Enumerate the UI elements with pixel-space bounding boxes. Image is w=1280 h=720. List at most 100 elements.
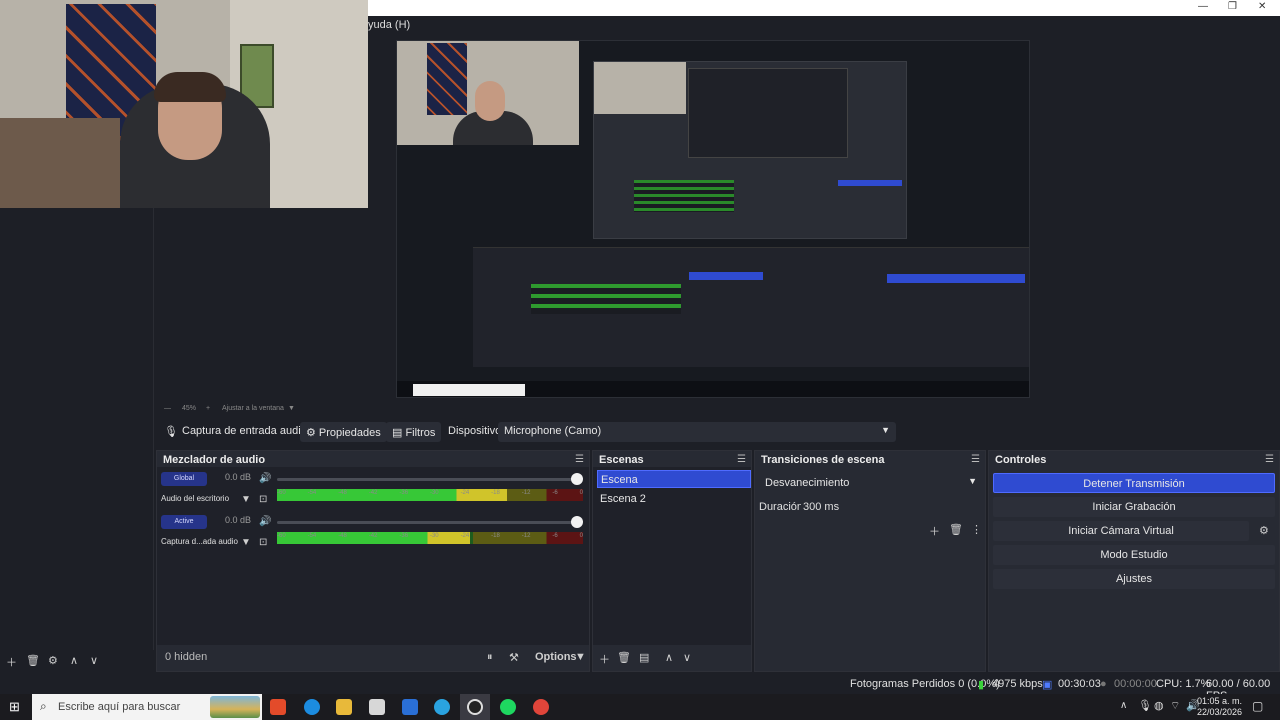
telegram-icon[interactable] <box>434 699 450 715</box>
start-recording-button[interactable]: Iniciar Grabación <box>993 497 1275 517</box>
zoom-out-icon[interactable]: — <box>164 405 171 412</box>
tick-label: -30 <box>429 490 439 496</box>
properties-button[interactable]: ⚙ Propiedades <box>300 422 387 442</box>
add-icon[interactable]: ＋ <box>929 523 940 539</box>
start-virtual-camera-button[interactable]: Iniciar Cámara Virtual <box>993 521 1249 541</box>
clock-time: 01:05 a. m. <box>1196 696 1242 706</box>
tick-label: -48 <box>338 490 347 496</box>
trash-icon[interactable]: 🗑 <box>617 651 631 664</box>
scene-item[interactable]: Escena 2 <box>597 490 751 508</box>
channel-name: Captura d...ada audio <box>161 537 238 546</box>
menu-help[interactable]: yuda (H) <box>368 19 410 31</box>
more-icon[interactable]: ⋮ <box>971 523 982 536</box>
microphone-icon[interactable]: 🎙 <box>1138 699 1152 712</box>
channel-pill: Global <box>161 472 207 486</box>
volume-knob[interactable] <box>571 516 583 528</box>
network-icon[interactable]: ◍ <box>1154 699 1164 712</box>
options-button[interactable]: Options <box>535 651 577 663</box>
chevron-down-icon[interactable]: ∨ <box>683 651 691 664</box>
dock-menu-icon[interactable]: ☰ <box>1265 454 1274 465</box>
mail-icon[interactable] <box>402 699 418 715</box>
source-toolbar: 🎙 Captura de entrada audio ⚙ Propiedades… <box>154 420 1280 444</box>
tick-label: -24 <box>460 533 470 539</box>
filters-button[interactable]: ▤ Filtros <box>386 422 442 442</box>
source-name: Captura de entrada audio <box>182 425 307 437</box>
tick-label: -48 <box>338 533 347 539</box>
status-bar: Fotogramas Perdidos 0 (0.0%) ▮ 4975 kbps… <box>0 674 1280 702</box>
controls-body: Detener Transmisión Iniciar Grabación In… <box>989 467 1279 671</box>
notification-icon[interactable]: ▢ <box>1252 699 1263 713</box>
tick-label: -36 <box>399 490 409 496</box>
obs-taskbar-slot[interactable] <box>460 694 490 720</box>
controls-dock: Controles ☰ Detener Transmisión Iniciar … <box>988 450 1280 672</box>
spotify-icon[interactable] <box>500 699 516 715</box>
edge-icon[interactable] <box>304 699 320 715</box>
chrome-icon[interactable] <box>533 699 549 715</box>
wifi-icon[interactable]: ⌔ <box>1170 699 1180 713</box>
meter-ticks: -60 -54 -48 -42 -36 -30 -24 -18 -12 -6 0 <box>277 533 583 539</box>
transition-value: Desvanecimiento <box>765 477 850 489</box>
transitions-body: Desvanecimiento ▼ Duración 300 ms ＋ 🗑 ⋮ <box>755 467 985 671</box>
volume-slider[interactable] <box>277 478 581 481</box>
maximize-icon[interactable]: ❐ <box>1228 1 1237 12</box>
scenes-title: Escenas <box>599 454 644 466</box>
chevron-up-icon[interactable]: ∧ <box>665 651 673 664</box>
filter-icon[interactable]: ▤ <box>639 651 649 664</box>
transition-select[interactable]: Desvanecimiento ▼ <box>759 473 983 493</box>
lock-icon[interactable]: ⊡ <box>259 537 267 548</box>
volume-slider[interactable] <box>277 521 581 524</box>
app-icon[interactable] <box>270 699 286 715</box>
store-icon[interactable] <box>369 699 385 715</box>
dock-menu-icon[interactable]: ☰ <box>737 454 746 465</box>
dock-menu-icon[interactable]: ☰ <box>575 454 584 465</box>
lock-icon[interactable]: ⊡ <box>259 494 267 505</box>
folder-icon[interactable] <box>336 699 352 715</box>
tick-label: -60 <box>277 533 286 539</box>
taskbar-clock[interactable]: 01:05 a. m. 22/03/2026 <box>1197 696 1242 718</box>
close-icon[interactable]: ✕ <box>1258 1 1266 12</box>
trash-icon[interactable]: 🗑 <box>949 523 963 536</box>
taskbar-search[interactable]: ⌕ Escribe aquí para buscar <box>32 694 262 720</box>
program-preview[interactable] <box>396 40 1030 398</box>
chevron-down-icon[interactable]: ∨ <box>90 654 98 667</box>
chevron-down-icon[interactable]: ▼ <box>241 494 251 505</box>
chevron-up-icon[interactable]: ∧ <box>70 654 78 667</box>
controls-title: Controles <box>995 454 1047 466</box>
trash-icon[interactable]: 🗑 <box>26 654 40 667</box>
settings-button[interactable]: Ajustes <box>993 569 1275 589</box>
sources-footer: 0 hidden ⏸ ⚒ Options ▼ <box>157 645 589 671</box>
tick-label: -6 <box>552 533 558 539</box>
studio-mode-button[interactable]: Modo Estudio <box>993 545 1275 565</box>
stop-stream-button[interactable]: Detener Transmisión <box>993 473 1275 493</box>
duration-input[interactable]: 300 ms <box>801 497 979 517</box>
chevron-down-icon[interactable]: ▼ <box>241 537 251 548</box>
wrench-icon[interactable]: ⚒ <box>509 651 519 664</box>
gear-icon[interactable]: ⚙ <box>1259 524 1269 537</box>
zoom-in-icon[interactable]: + <box>206 405 210 412</box>
bitrate: 4975 kbps <box>992 678 1043 690</box>
device-select[interactable]: Microphone (Camo) ▼ <box>498 422 896 442</box>
taskbar: ⊞ ⌕ Escribe aquí para buscar ∧ 🎙 ◍ ⌔ 🔊 0… <box>0 694 1280 720</box>
sources-panel <box>0 208 154 650</box>
chevron-down-icon[interactable]: ▼ <box>288 405 295 412</box>
tick-label: -12 <box>521 533 531 539</box>
minimize-icon[interactable]: — <box>1198 1 1208 12</box>
zoom-fit-label[interactable]: Ajustar a la ventana <box>222 405 284 412</box>
speaker-icon[interactable]: 🔊 <box>259 473 271 484</box>
dock-menu-icon[interactable]: ☰ <box>971 454 980 465</box>
speaker-icon[interactable]: 🔊 <box>259 516 271 527</box>
tick-label: -42 <box>368 533 378 539</box>
audio-mixer-dock: Mezclador de audio ☰ Global 0.0 dB 🔊 Aud… <box>156 450 590 672</box>
windows-start-icon[interactable]: ⊞ <box>9 699 20 715</box>
scenes-list: Escena Escena 2 <box>593 467 751 645</box>
chevron-down-icon[interactable]: ▼ <box>575 651 586 663</box>
scene-item[interactable]: Escena <box>597 470 751 488</box>
gear-icon[interactable]: ⚙ <box>48 654 58 667</box>
chevron-up-icon[interactable]: ∧ <box>1120 700 1127 711</box>
stream-icon: ▣ <box>1042 679 1053 691</box>
lock-icon[interactable]: ⏸ <box>487 651 493 664</box>
add-icon[interactable]: ＋ <box>599 651 610 667</box>
scenes-dock: Escenas ☰ Escena Escena 2 ＋ 🗑 ▤ ∧ ∨ <box>592 450 752 672</box>
add-source-icon[interactable]: ＋ <box>6 654 17 670</box>
volume-knob[interactable] <box>571 473 583 485</box>
